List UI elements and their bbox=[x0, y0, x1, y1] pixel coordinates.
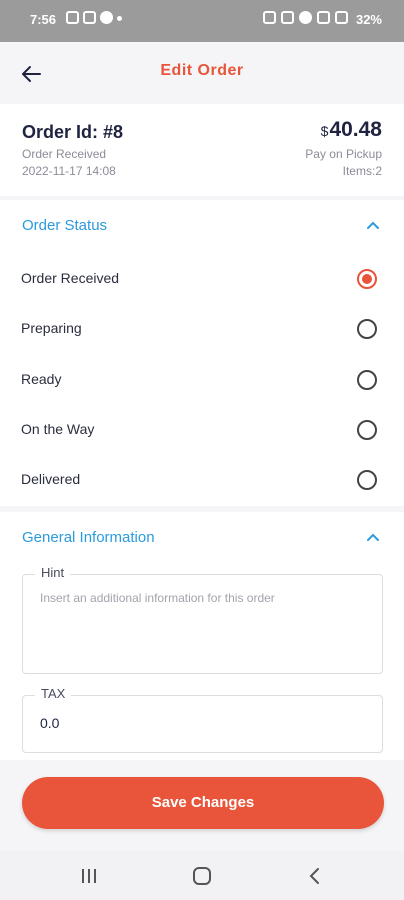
notification-icons bbox=[66, 11, 122, 24]
hint-input[interactable] bbox=[40, 591, 360, 651]
signal-icon bbox=[335, 11, 348, 24]
status-option-label: On the Way bbox=[21, 421, 95, 437]
order-total: $40.48 bbox=[321, 118, 382, 142]
app-bar: Edit Order bbox=[0, 42, 404, 104]
radio-unselected[interactable] bbox=[357, 470, 377, 490]
chevron-up-icon bbox=[367, 533, 379, 541]
order-status-section: Order Status Order Received Preparing Re… bbox=[0, 200, 404, 506]
status-time: 7:56 bbox=[30, 12, 57, 27]
order-amount: 40.48 bbox=[329, 118, 382, 141]
order-status-text: Order Received bbox=[22, 147, 107, 161]
status-option-delivered[interactable]: Delivered bbox=[0, 456, 404, 506]
radio-unselected[interactable] bbox=[357, 319, 377, 339]
mute-icon bbox=[281, 11, 294, 24]
status-option-label: Order Received bbox=[21, 270, 120, 286]
nav-back-icon[interactable] bbox=[304, 865, 326, 887]
order-summary: Order Id: #8 Order Received 2022-11-17 1… bbox=[0, 104, 404, 196]
status-option-ready[interactable]: Ready bbox=[0, 356, 404, 406]
radio-unselected[interactable] bbox=[357, 370, 377, 390]
system-icons bbox=[263, 11, 348, 24]
status-option-preparing[interactable]: Preparing bbox=[0, 305, 404, 355]
recent-apps-icon[interactable] bbox=[78, 865, 100, 887]
home-icon[interactable] bbox=[191, 865, 213, 887]
tax-input[interactable] bbox=[40, 715, 360, 731]
chevron-up-icon bbox=[367, 221, 379, 229]
alarm-icon bbox=[263, 11, 276, 24]
general-info-header[interactable]: General Information bbox=[0, 512, 404, 562]
wifi-icon bbox=[317, 11, 330, 24]
dot-icon bbox=[117, 16, 122, 21]
status-option-label: Preparing bbox=[21, 320, 82, 336]
hint-field: Hint bbox=[22, 565, 383, 674]
messenger-icon bbox=[83, 11, 96, 24]
save-changes-button[interactable]: Save Changes bbox=[22, 777, 384, 829]
status-option-on-the-way[interactable]: On the Way bbox=[0, 406, 404, 456]
items-count: Items:2 bbox=[342, 164, 382, 178]
order-status-header[interactable]: Order Status bbox=[0, 200, 404, 250]
tax-field: TAX bbox=[22, 686, 383, 753]
status-option-order-received[interactable]: Order Received bbox=[0, 255, 404, 305]
general-info-section: General Information Hint TAX bbox=[0, 512, 404, 760]
currency-symbol: $ bbox=[320, 123, 329, 139]
status-option-label: Ready bbox=[21, 371, 62, 387]
system-nav-bar bbox=[0, 851, 404, 900]
photo-icon bbox=[66, 11, 79, 24]
status-option-label: Delivered bbox=[21, 471, 81, 487]
page-title: Edit Order bbox=[160, 62, 244, 79]
general-info-title: General Information bbox=[22, 529, 155, 546]
phone-icon bbox=[100, 11, 113, 24]
order-id: Order Id: #8 bbox=[22, 122, 124, 142]
radio-selected[interactable] bbox=[357, 269, 377, 289]
status-bar: 7:56 32% bbox=[0, 0, 404, 42]
payment-method: Pay on Pickup bbox=[305, 147, 382, 161]
order-datetime: 2022-11-17 14:08 bbox=[22, 164, 116, 178]
hint-label: Hint bbox=[35, 565, 71, 580]
location-icon bbox=[299, 11, 312, 24]
tax-label: TAX bbox=[35, 686, 72, 701]
battery-level: 32% bbox=[355, 12, 382, 27]
radio-unselected[interactable] bbox=[357, 420, 377, 440]
order-status-title: Order Status bbox=[22, 217, 108, 234]
